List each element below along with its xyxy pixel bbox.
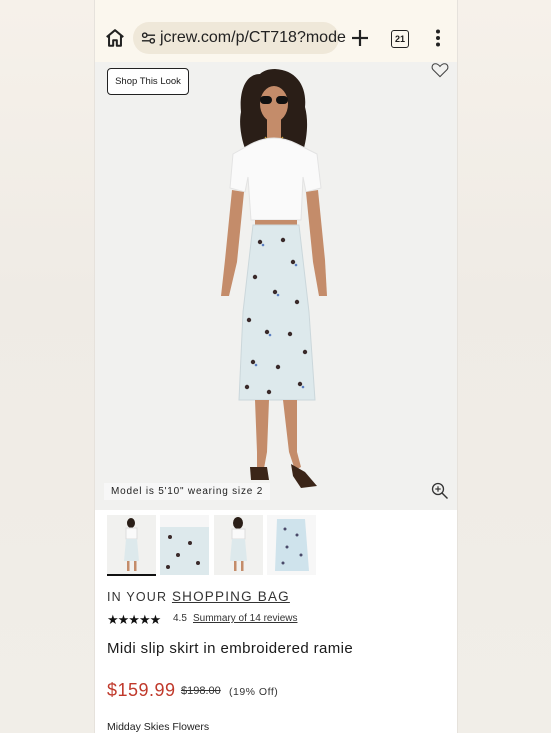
rating-value: 4.5 <box>173 613 187 624</box>
heart-icon[interactable] <box>431 62 449 78</box>
product-title: Midi slip skirt in embroidered ramie <box>107 640 354 657</box>
model-figure <box>221 69 327 488</box>
page-background-left <box>0 0 94 733</box>
reviews-summary-link[interactable]: Summary of 14 reviews <box>193 613 297 624</box>
product-image[interactable]: Shop This Look Model is 5'10" wearing si… <box>95 62 457 510</box>
thumbnail-strip <box>107 515 447 577</box>
shopping-bag-link[interactable]: SHOPPING BAG <box>172 589 290 604</box>
discount-label: (19% Off) <box>229 686 279 698</box>
more-vert-icon[interactable] <box>435 29 441 47</box>
sale-price: $159.99 <box>107 680 176 700</box>
thumbnail-3[interactable] <box>214 515 263 575</box>
shopping-bag-notice: IN YOUR SHOPPING BAG <box>107 589 290 604</box>
site-settings-icon[interactable] <box>141 31 156 45</box>
star-rating-icon: ★★★★★ <box>107 612 161 627</box>
tabs-icon[interactable]: 21 <box>391 30 409 48</box>
original-price: $198.00 <box>181 685 221 697</box>
address-bar: jcrew.com/p/CT718?mode 21 <box>95 0 457 62</box>
thumbnail-4[interactable] <box>267 515 316 575</box>
thumbnail-2[interactable] <box>160 515 209 575</box>
page-background-right <box>458 0 551 733</box>
plus-icon[interactable] <box>349 27 371 49</box>
rating-row: ★★★★★ 4.5 Summary of 14 reviews <box>107 612 437 627</box>
thumbnail-1[interactable] <box>107 515 156 576</box>
shop-this-look-button[interactable]: Shop This Look <box>107 68 189 95</box>
color-name: Midday Skies Flowers <box>107 721 210 733</box>
zoom-in-icon[interactable] <box>431 482 449 500</box>
browser-window: jcrew.com/p/CT718?mode 21 Shop This Look… <box>94 0 458 733</box>
url-text: jcrew.com/p/CT718?mode <box>160 29 346 46</box>
url-field[interactable]: jcrew.com/p/CT718?mode <box>133 22 346 54</box>
bag-prefix: IN YOUR <box>107 590 168 604</box>
model-info-badge: Model is 5'10" wearing size 2 <box>104 483 271 500</box>
home-icon[interactable] <box>104 27 126 49</box>
